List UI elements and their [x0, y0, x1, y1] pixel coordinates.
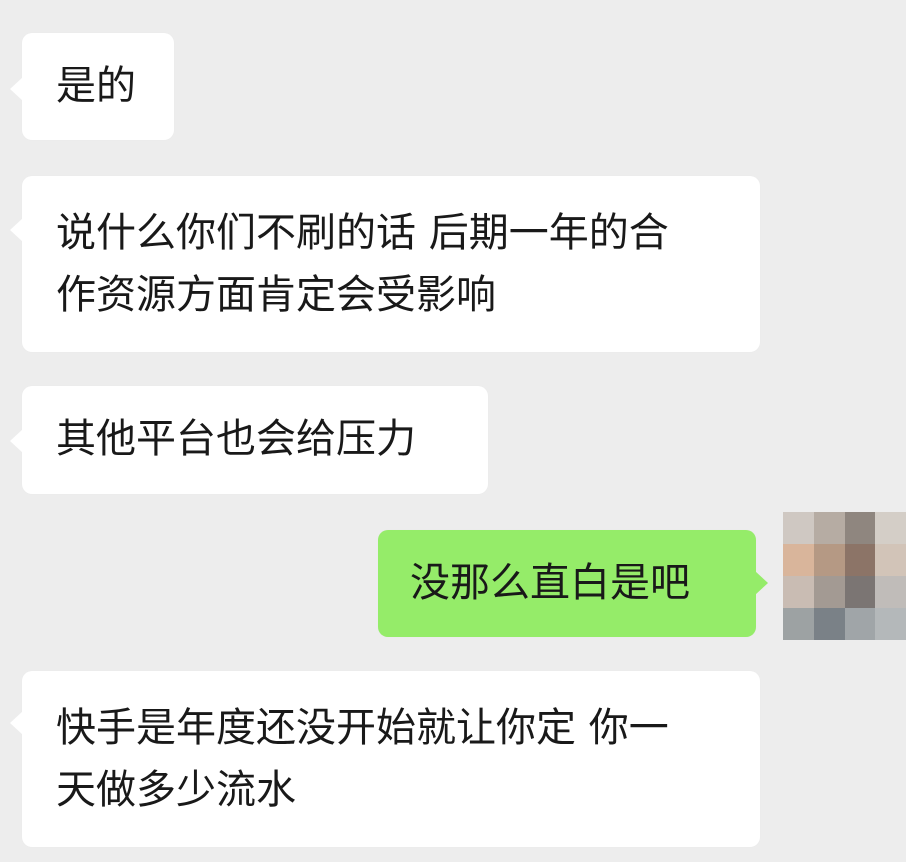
message-text: 其他平台也会给压力: [56, 416, 416, 462]
incoming-message-bubble[interactable]: 快手是年度还没开始就让你定 你一 天做多少流水: [10, 671, 760, 847]
avatar-pixel: [783, 608, 814, 640]
message-text-line: 天做多少流水: [56, 767, 296, 813]
avatar-pixel: [875, 544, 906, 576]
avatar-pixel: [813, 608, 845, 640]
incoming-message-bubble[interactable]: 说什么你们不刷的话 后期一年的合 作资源方面肯定会受影响: [10, 176, 760, 352]
avatar-pixel: [783, 576, 814, 608]
avatar-pixel: [783, 512, 814, 544]
incoming-message-bubble[interactable]: 是的: [10, 33, 174, 140]
avatar-pixel: [844, 576, 876, 608]
avatar-pixel: [783, 544, 814, 576]
avatar-pixel: [813, 544, 845, 576]
avatar-pixel: [844, 608, 876, 640]
message-text-line: 说什么你们不刷的话 后期一年的合: [56, 210, 669, 256]
message-text: 是的: [56, 63, 136, 109]
avatar-pixel: [875, 512, 906, 544]
user-avatar[interactable]: [783, 512, 906, 640]
avatar-pixel: [813, 512, 845, 544]
outgoing-message-bubble[interactable]: 没那么直白是吧: [378, 530, 768, 637]
avatar-pixel: [875, 608, 906, 640]
avatar-pixel: [844, 544, 876, 576]
avatar-pixel: [875, 576, 906, 608]
incoming-message-bubble[interactable]: 其他平台也会给压力: [10, 386, 488, 494]
avatar-pixel: [844, 512, 876, 544]
message-text: 没那么直白是吧: [410, 560, 690, 606]
avatar-pixel: [813, 576, 845, 608]
message-text-line: 快手是年度还没开始就让你定 你一: [56, 705, 669, 751]
message-text-line: 作资源方面肯定会受影响: [56, 272, 496, 318]
